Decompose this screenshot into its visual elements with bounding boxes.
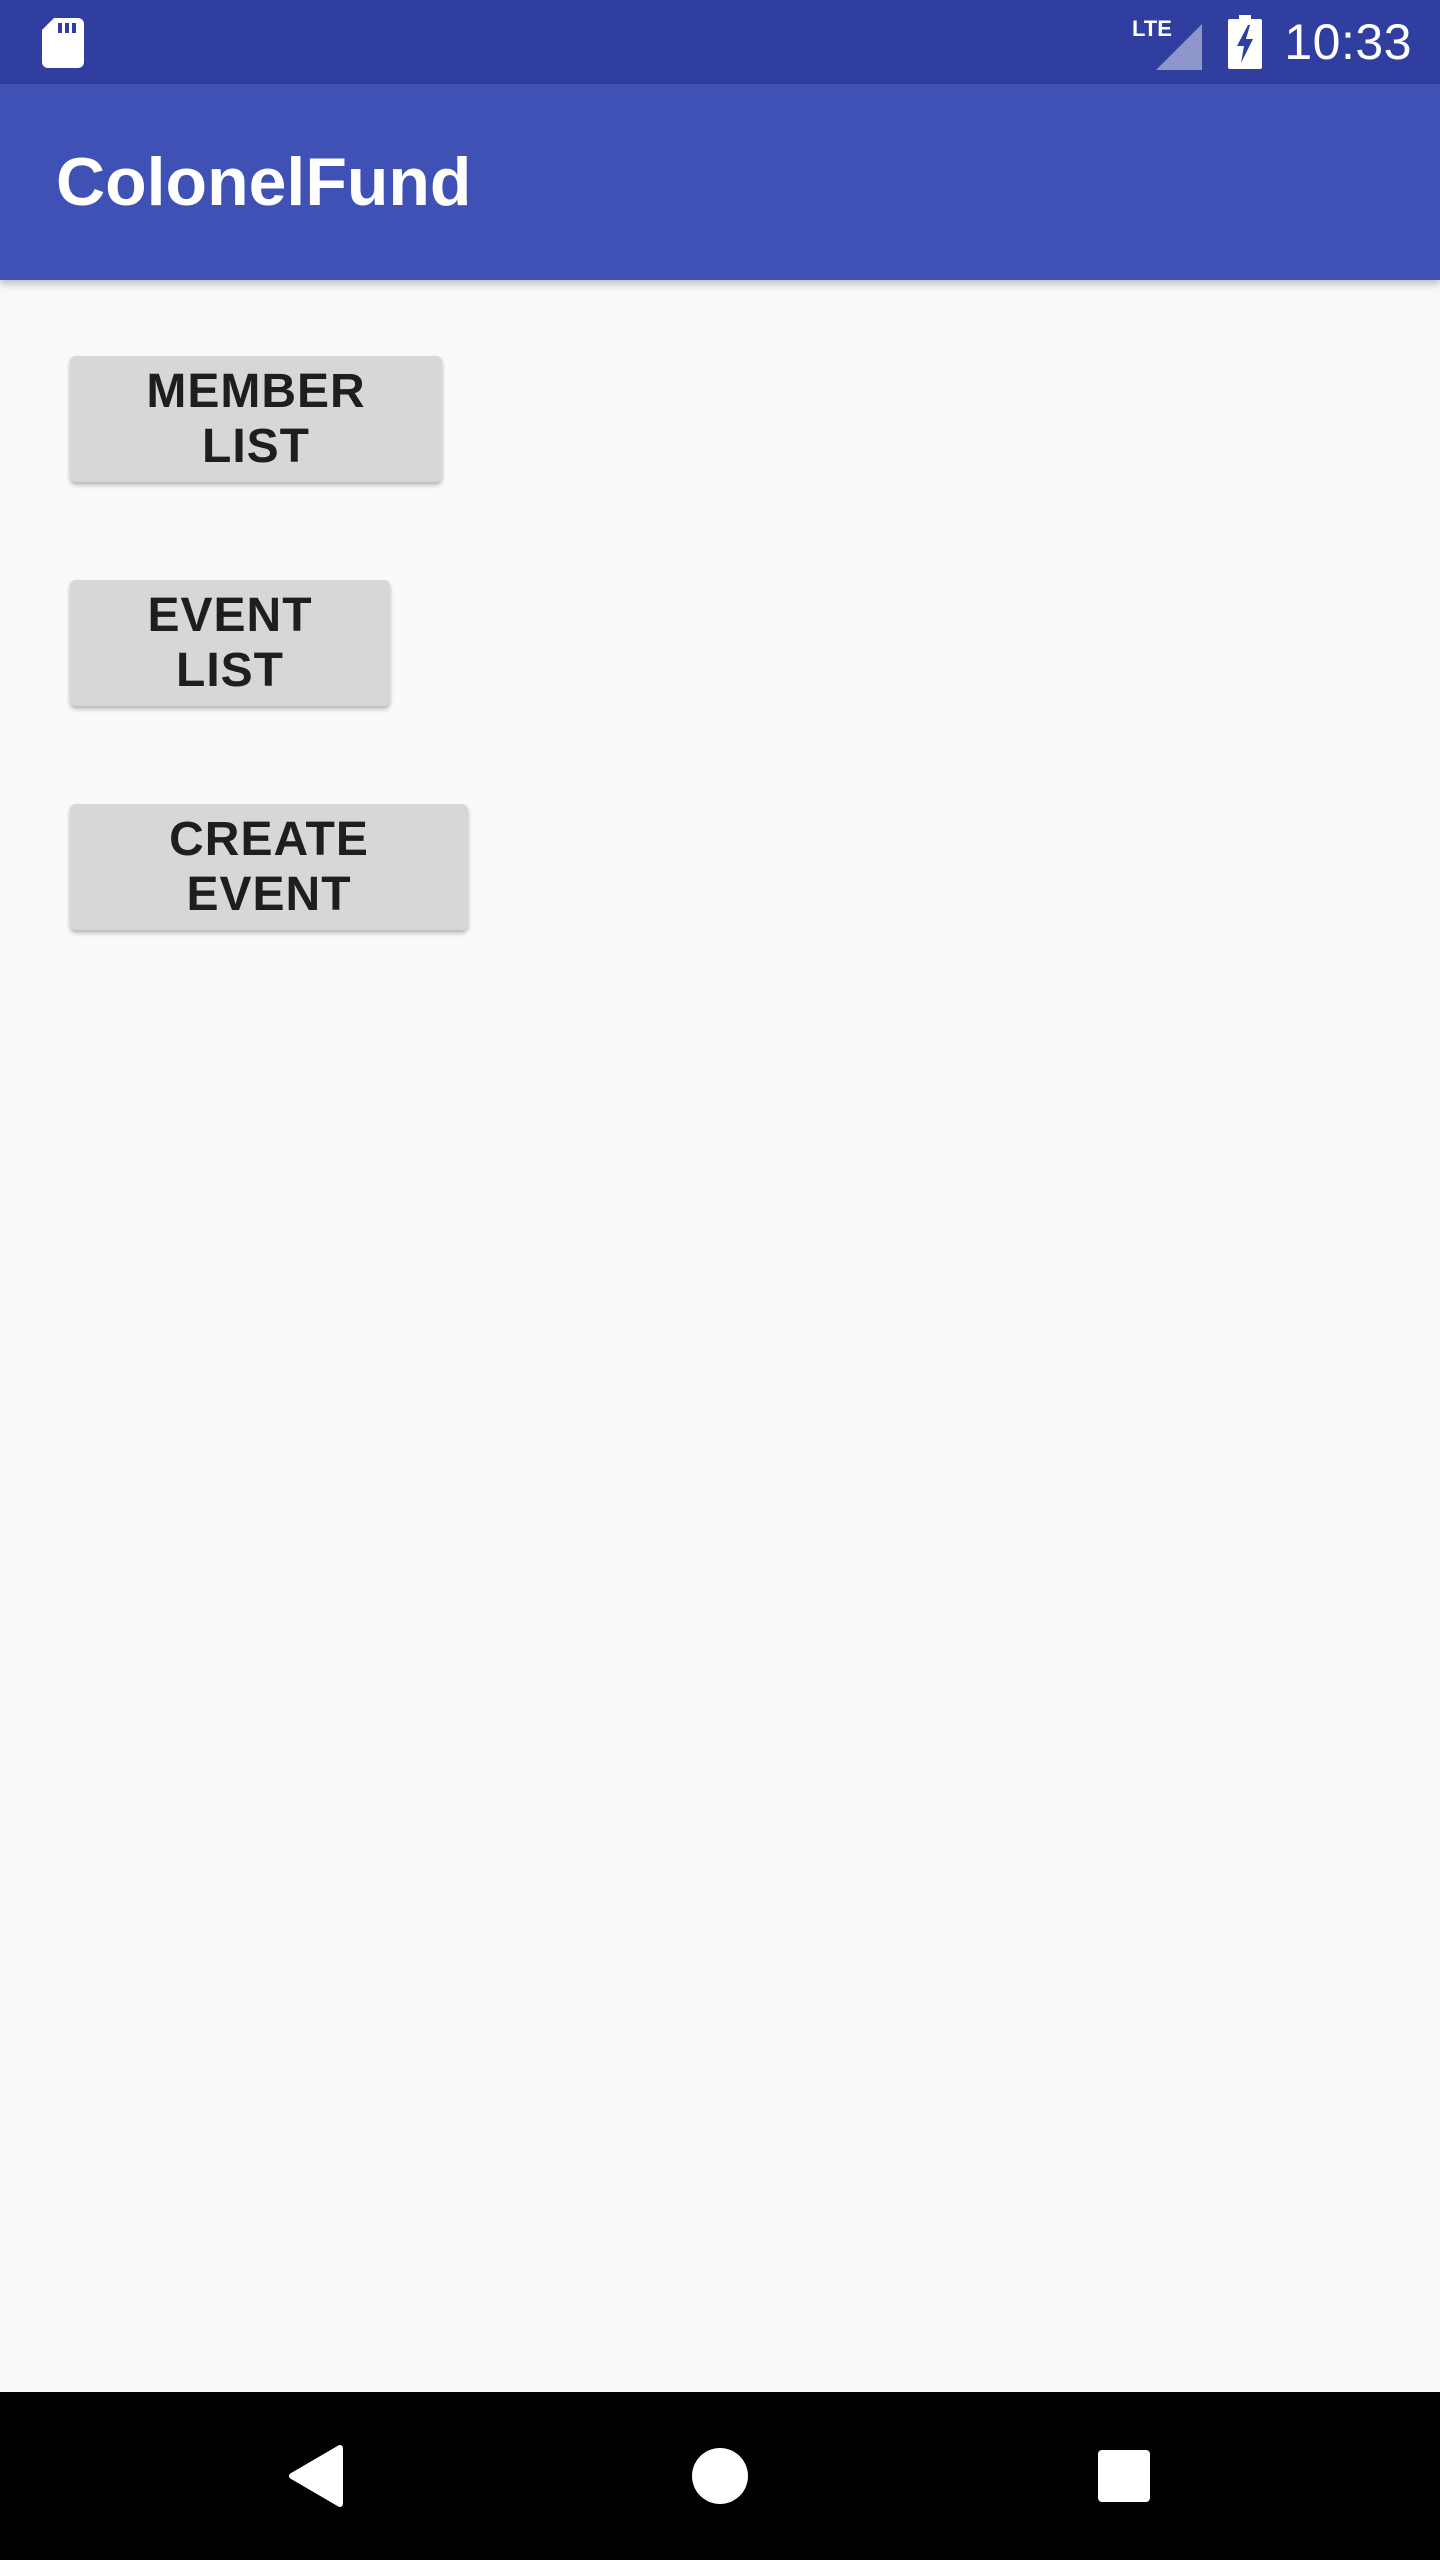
screen: LTE 10:33 ColonelFund MEMBER LIST EVENT … bbox=[0, 0, 1440, 2560]
clock: 10:33 bbox=[1284, 14, 1412, 70]
network-label: LTE bbox=[1132, 16, 1172, 41]
member-list-button[interactable]: MEMBER LIST bbox=[70, 356, 442, 482]
battery-charging-icon bbox=[1228, 15, 1263, 69]
status-bar: LTE 10:33 bbox=[0, 0, 1440, 84]
back-icon bbox=[289, 2445, 343, 2507]
home-button[interactable] bbox=[670, 2426, 770, 2526]
back-button[interactable] bbox=[266, 2426, 366, 2526]
status-icons: LTE 10:33 bbox=[1132, 0, 1412, 84]
navigation-bar bbox=[0, 2392, 1440, 2560]
app-title: ColonelFund bbox=[56, 144, 472, 220]
app-bar: ColonelFund bbox=[0, 84, 1440, 280]
recent-apps-button[interactable] bbox=[1074, 2426, 1174, 2526]
sd-card-icon bbox=[42, 18, 84, 68]
home-icon bbox=[692, 2448, 748, 2504]
lte-signal-icon: LTE bbox=[1132, 14, 1203, 70]
recent-apps-icon bbox=[1098, 2450, 1150, 2502]
event-list-button[interactable]: EVENT LIST bbox=[70, 580, 390, 706]
create-event-button[interactable]: CREATE EVENT bbox=[70, 804, 468, 930]
